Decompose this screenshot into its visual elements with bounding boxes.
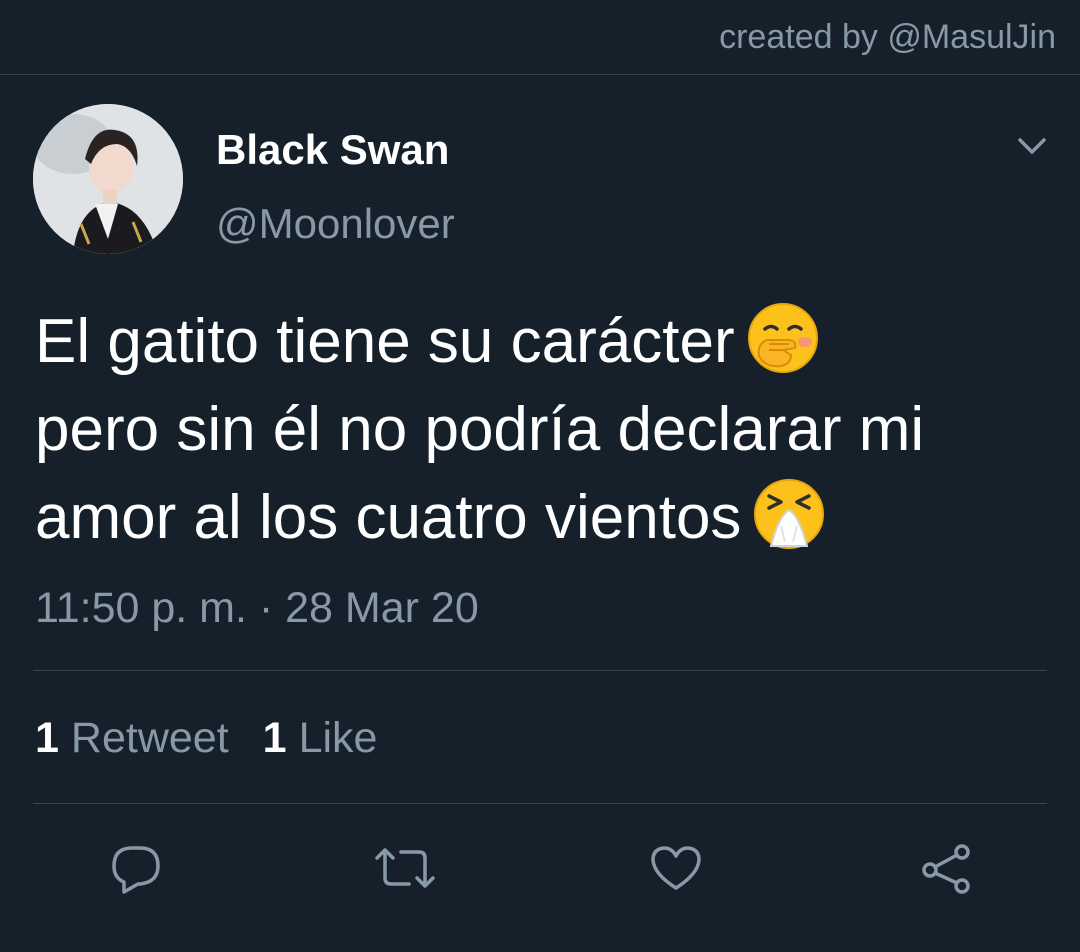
hand-over-mouth-emoji — [745, 300, 821, 376]
like-button[interactable] — [648, 840, 704, 896]
display-name[interactable]: Black Swan — [216, 126, 449, 174]
user-handle[interactable]: @Moonlover — [216, 200, 455, 248]
stats-top-divider — [33, 670, 1047, 671]
like-label: Like — [298, 714, 378, 762]
reply-button[interactable] — [108, 840, 164, 896]
creator-credit: created by @MasulJin — [719, 18, 1056, 56]
like-stat[interactable]: 1 Like — [263, 714, 378, 763]
tweet-line: El gatito tiene su carácter — [35, 298, 1055, 386]
retweet-button[interactable] — [373, 840, 435, 896]
tweet-text: El gatito tiene su carácter pero sin él … — [35, 298, 1055, 562]
avatar[interactable] — [33, 104, 183, 254]
retweet-stat[interactable]: 1 Retweet — [35, 714, 229, 763]
chevron-down-icon[interactable] — [1016, 134, 1048, 158]
tweet-stats: 1 Retweet 1 Like — [35, 714, 377, 763]
heart-icon — [651, 846, 701, 890]
retweet-label: Retweet — [70, 714, 229, 762]
share-button[interactable] — [918, 840, 974, 896]
retweet-count: 1 — [35, 714, 59, 762]
sneezing-face-emoji — [751, 476, 827, 552]
share-icon — [922, 844, 970, 894]
tweet-line: pero sin él no podría declarar mi — [35, 395, 925, 464]
reply-icon — [112, 846, 160, 894]
retweet-icon — [375, 848, 435, 888]
stats-bottom-divider — [33, 803, 1047, 804]
tweet-line: amor al los cuatro vientos — [35, 474, 1055, 562]
avatar-image — [33, 104, 183, 254]
tweet-timestamp[interactable]: 11:50 p. m. · 28 Mar 20 — [35, 584, 479, 633]
tweet-actions — [0, 840, 1080, 900]
like-count: 1 — [262, 714, 287, 762]
header-divider — [0, 74, 1080, 75]
